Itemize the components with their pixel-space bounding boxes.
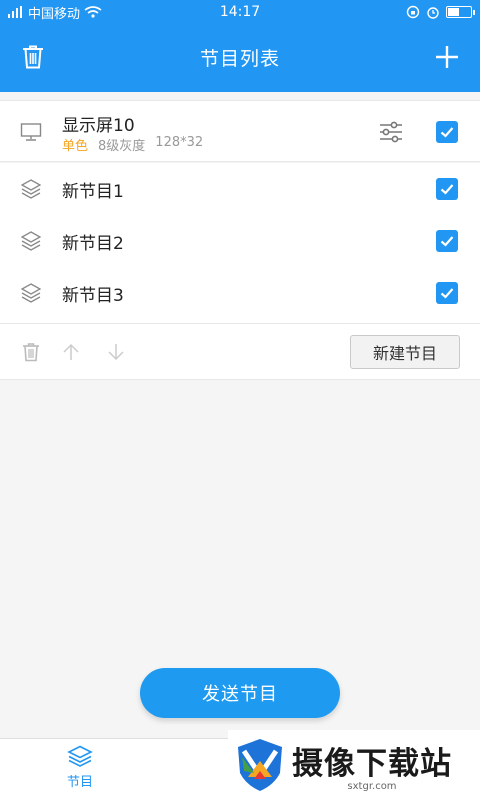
check-icon [440, 127, 454, 138]
check-icon [440, 236, 454, 247]
program-label: 新节目3 [62, 286, 124, 306]
monitor-icon [20, 123, 42, 141]
tab-label: 节目 [66, 775, 93, 790]
add-button[interactable] [430, 40, 464, 74]
resolution-label: 128*32 [155, 135, 204, 150]
layers-icon [20, 179, 42, 199]
app-header: 中国移动 14:17 节目列表 [0, 0, 480, 92]
program-row[interactable]: 新节目1 [0, 163, 480, 215]
wifi-icon [84, 6, 102, 18]
send-program-button[interactable]: 发送节目 [140, 668, 340, 718]
trash-icon [23, 45, 43, 69]
screen-checkbox[interactable] [436, 121, 458, 143]
sliders-icon [380, 121, 402, 143]
tab-programs[interactable]: 节目 [40, 745, 120, 790]
rotation-lock-icon [406, 5, 420, 19]
watermark-title: 摄像下载站 [292, 746, 452, 782]
status-bar: 中国移动 14:17 [0, 0, 480, 24]
layers-icon [20, 283, 42, 303]
screen-settings-button[interactable] [378, 119, 404, 145]
program-row[interactable]: 新节目2 [0, 215, 480, 267]
trash-icon[interactable] [21, 342, 41, 362]
carrier-name: 中国移动 [28, 6, 81, 22]
layers-icon [20, 231, 42, 251]
program-label: 新节目1 [62, 182, 124, 202]
screen-name: 显示屏10 [62, 116, 135, 136]
program-row[interactable]: 新节目3 [0, 267, 480, 319]
watermark-logo [238, 739, 282, 791]
plus-icon [436, 46, 458, 68]
battery-icon [446, 6, 475, 18]
screen-row[interactable]: 显示屏10 单色 8级灰度 128*32 [0, 100, 480, 162]
new-program-button[interactable]: 新建节目 [350, 335, 460, 369]
program-checkbox[interactable] [436, 178, 458, 200]
alarm-icon [427, 7, 439, 19]
program-list: 新节目1 新节目2 新节目3 [0, 163, 480, 323]
signal-icon [8, 6, 22, 18]
clock: 14:17 [219, 4, 261, 20]
watermark: 摄像下载站 sxtgr.com [228, 730, 480, 800]
check-icon [440, 288, 454, 299]
layers-icon [67, 745, 93, 767]
delete-button[interactable] [16, 40, 50, 74]
navbar: 节目列表 [0, 24, 480, 90]
battery-level [448, 8, 459, 16]
screen-meta: 单色 8级灰度 128*32 [62, 135, 203, 154]
watermark-url: sxtgr.com [347, 781, 397, 792]
grayscale-label: 8级灰度 [98, 139, 146, 154]
arrow-down-icon[interactable] [106, 342, 126, 362]
program-checkbox[interactable] [436, 230, 458, 252]
arrow-up-icon[interactable] [61, 342, 81, 362]
page-title: 节目列表 [199, 47, 280, 70]
color-mode-tag: 单色 [62, 139, 89, 154]
program-checkbox[interactable] [436, 282, 458, 304]
program-label: 新节目2 [62, 234, 124, 254]
check-icon [440, 184, 454, 195]
program-toolbar: 新建节目 [0, 323, 480, 380]
